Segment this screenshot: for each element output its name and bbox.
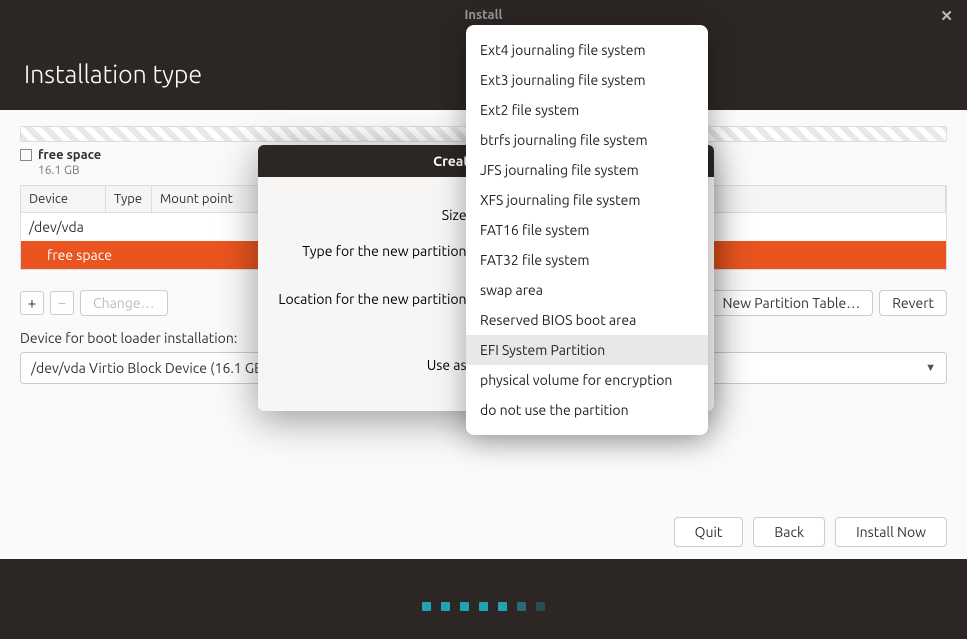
dot [536, 602, 545, 611]
col-device[interactable]: Device [21, 186, 106, 212]
filesystem-menu: Ext4 journaling file systemExt3 journali… [466, 25, 708, 435]
fs-menu-item[interactable]: Reserved BIOS boot area [466, 305, 708, 335]
change-button: Change… [80, 290, 168, 316]
footer-buttons: Quit Back Install Now [674, 517, 947, 547]
row-device: /dev/vda [29, 217, 114, 237]
revert-button[interactable]: Revert [879, 290, 947, 316]
dot [498, 602, 507, 611]
progress-dots [0, 602, 967, 611]
dot [479, 602, 488, 611]
new-partition-table-button[interactable]: New Partition Table… [710, 290, 874, 316]
location-label: Location for the new partition: [274, 291, 474, 307]
fs-menu-item[interactable]: Ext2 file system [466, 95, 708, 125]
legend-size: 16.1 GB [38, 164, 80, 177]
fs-menu-item[interactable]: JFS journaling file system [466, 155, 708, 185]
fs-menu-item[interactable]: Ext4 journaling file system [466, 35, 708, 65]
dot [460, 602, 469, 611]
quit-button[interactable]: Quit [674, 517, 744, 547]
fs-menu-item[interactable]: FAT16 file system [466, 215, 708, 245]
type-label: Type for the new partition: [274, 243, 474, 259]
dot [422, 602, 431, 611]
row-device: free space [29, 245, 114, 265]
size-label: Size: [274, 207, 474, 223]
fs-menu-item[interactable]: Ext3 journaling file system [466, 65, 708, 95]
add-button[interactable]: + [20, 291, 44, 315]
col-type[interactable]: Type [106, 186, 152, 212]
dot [441, 602, 450, 611]
dot [517, 602, 526, 611]
fs-menu-item[interactable]: EFI System Partition [466, 335, 708, 365]
legend-swatch [20, 149, 32, 161]
legend-name: free space [38, 148, 101, 162]
window-title: Install [465, 8, 503, 22]
bootloader-value: /dev/vda Virtio Block Device (16.1 GB) [31, 360, 267, 376]
fs-menu-item[interactable]: swap area [466, 275, 708, 305]
fs-menu-item[interactable]: XFS journaling file system [466, 185, 708, 215]
back-button[interactable]: Back [753, 517, 825, 547]
fs-menu-item[interactable]: FAT32 file system [466, 245, 708, 275]
close-icon[interactable]: ✕ [940, 7, 953, 25]
install-now-button[interactable]: Install Now [835, 517, 947, 547]
useas-label: Use as: [274, 357, 474, 373]
chevron-down-icon: ▼ [925, 362, 936, 374]
fs-menu-item[interactable]: physical volume for encryption [466, 365, 708, 395]
remove-button: − [50, 291, 74, 315]
fs-menu-item[interactable]: btrfs journaling file system [466, 125, 708, 155]
fs-menu-item[interactable]: do not use the partition [466, 395, 708, 425]
